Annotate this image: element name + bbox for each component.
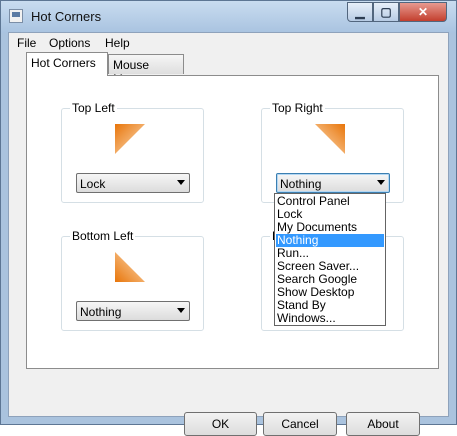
minimize-icon: ▁ bbox=[355, 5, 365, 19]
ok-button[interactable]: OK bbox=[184, 412, 257, 436]
window-title: Hot Corners bbox=[31, 9, 102, 24]
group-top-right: Top Right Nothing bbox=[261, 101, 404, 203]
top-left-action-select[interactable]: Lock bbox=[76, 173, 190, 193]
minimize-button[interactable]: ▁ bbox=[347, 2, 373, 22]
top-right-action-value: Nothing bbox=[280, 177, 322, 191]
top-left-corner-icon bbox=[115, 124, 145, 154]
dropdown-option-windows[interactable]: Windows... bbox=[276, 312, 384, 325]
maximize-icon: ▢ bbox=[380, 5, 392, 19]
group-top-right-label: Top Right bbox=[270, 101, 325, 115]
cancel-button[interactable]: Cancel bbox=[263, 412, 337, 436]
top-right-corner-icon bbox=[315, 124, 345, 154]
menu-help[interactable]: Help bbox=[105, 36, 130, 50]
top-right-action-dropdown: Control Panel Lock My Documents Nothing … bbox=[274, 193, 386, 326]
group-bottom-left-label: Bottom Left bbox=[70, 229, 136, 243]
tab-mouse-move[interactable]: Mouse Move bbox=[108, 54, 184, 86]
hot-corners-window: Hot Corners ▁ ▢ ✕ File Options Help Hot … bbox=[0, 0, 457, 436]
group-top-left-label: Top Left bbox=[70, 101, 117, 115]
close-button[interactable]: ✕ bbox=[399, 2, 447, 22]
chevron-down-icon bbox=[377, 180, 385, 185]
tab-hot-corners[interactable]: Hot Corners bbox=[26, 52, 108, 76]
bottom-left-action-select[interactable]: Nothing bbox=[76, 301, 190, 321]
app-icon bbox=[9, 9, 23, 23]
chevron-down-icon bbox=[177, 308, 185, 313]
bottom-left-corner-icon bbox=[115, 252, 145, 282]
menu-file[interactable]: File bbox=[17, 36, 36, 50]
top-right-action-select[interactable]: Nothing bbox=[276, 173, 390, 193]
menu-options[interactable]: Options bbox=[49, 36, 90, 50]
group-top-left: Top Left Lock bbox=[61, 101, 204, 203]
menu-bar: File Options Help bbox=[9, 33, 448, 52]
bottom-left-action-value: Nothing bbox=[80, 305, 122, 319]
group-bottom-left: Bottom Left Nothing bbox=[61, 229, 204, 331]
top-left-action-value: Lock bbox=[80, 177, 106, 191]
maximize-button[interactable]: ▢ bbox=[373, 2, 399, 22]
about-button[interactable]: About bbox=[346, 412, 420, 436]
close-icon: ✕ bbox=[417, 5, 429, 19]
tab-hot-corners-label: Hot Corners bbox=[31, 56, 96, 70]
chevron-down-icon bbox=[177, 180, 185, 185]
